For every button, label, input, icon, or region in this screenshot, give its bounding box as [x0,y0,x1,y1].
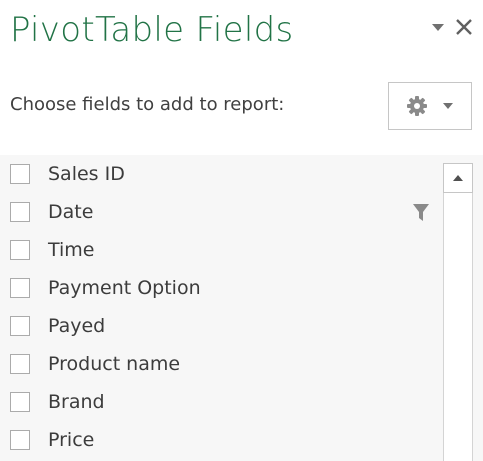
triangle-up-icon [453,175,463,181]
field-checkbox[interactable] [10,354,30,374]
field-item[interactable]: Brand [0,383,440,421]
field-item[interactable]: Payed [0,307,440,345]
field-item[interactable]: Date [0,193,440,231]
field-checkbox[interactable] [10,430,30,450]
field-list: Sales ID Date Time Payment Option Payed … [0,155,483,461]
close-icon [456,19,472,35]
field-label: Brand [48,391,105,413]
gear-icon [407,96,427,116]
pivottable-fields-pane: PivotTable Fields Choose fields to add t… [0,0,483,461]
field-label: Payed [48,315,106,337]
close-button[interactable] [455,18,473,36]
field-item[interactable]: Payment Option [0,269,440,307]
field-checkbox[interactable] [10,240,30,260]
field-label: Sales ID [48,163,125,185]
scroll-up-button[interactable] [443,163,473,193]
title-controls [431,18,473,36]
field-list-tools-button[interactable] [388,82,472,130]
choose-fields-label: Choose fields to add to report: [10,94,285,115]
pane-title: PivotTable Fields [10,10,294,50]
field-label: Time [48,239,95,261]
field-checkbox[interactable] [10,278,30,298]
field-label: Price [48,429,95,451]
pane-options-button[interactable] [431,22,445,32]
field-label: Date [48,201,94,223]
field-checkbox[interactable] [10,202,30,222]
field-label: Product name [48,353,181,375]
triangle-down-icon [432,24,444,31]
filter-icon[interactable] [412,203,430,223]
field-checkbox[interactable] [10,164,30,184]
field-item[interactable]: Time [0,231,440,269]
field-item[interactable]: Price [0,421,440,459]
chevron-down-icon [443,103,453,109]
field-item[interactable]: Sales ID [0,155,440,193]
field-checkbox[interactable] [10,392,30,412]
field-item[interactable]: Product name [0,345,440,383]
field-label: Payment Option [48,277,201,299]
field-checkbox[interactable] [10,316,30,336]
vertical-scrollbar[interactable] [443,163,473,461]
